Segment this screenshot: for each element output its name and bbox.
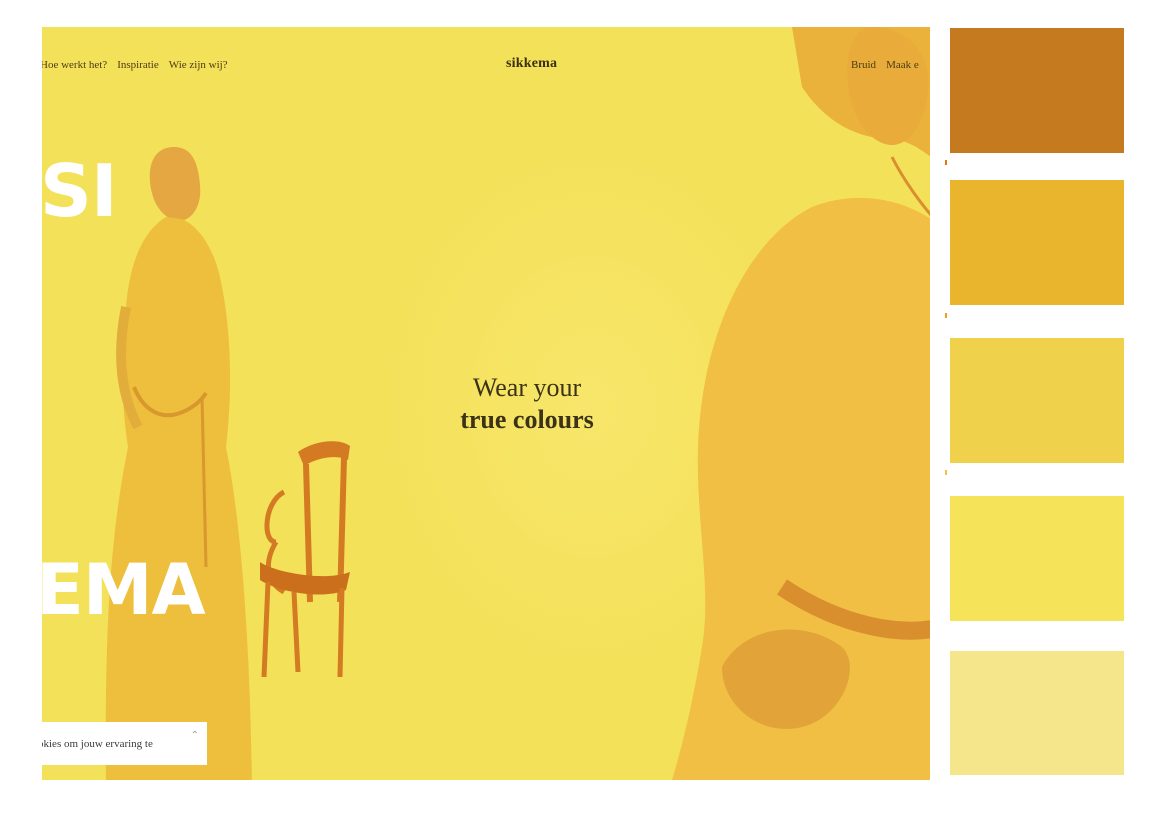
headline-line-1: Wear your [472,373,582,402]
color-swatch-4 [950,496,1124,621]
color-swatch-1 [950,28,1124,153]
right-model-figure [672,27,930,780]
swatch-marker [945,470,947,475]
site-logo[interactable]: sikkema [506,56,557,72]
hero-image: Hoe werkt het? Inspiratie Wie zijn wij? … [42,27,930,780]
chevron-up-icon[interactable]: ⌃ [191,730,199,741]
nav-link-about-us[interactable]: Wie zijn wij? [169,59,228,71]
swatch-marker [945,313,947,318]
display-text-top: SI [42,149,118,233]
left-model-figure [105,147,252,780]
hero-headline: Wear your true colours [422,372,632,436]
color-swatch-5 [950,651,1124,775]
nav-link-inspiration[interactable]: Inspiratie [117,59,159,71]
nav-left: Hoe werkt het? Inspiratie Wie zijn wij? [42,59,228,71]
swatch-marker [945,160,947,165]
chair-illustration [260,441,350,678]
color-swatch-2 [950,180,1124,305]
cookie-banner: okies om jouw ervaring te ⌃ [42,722,207,765]
nav-link-bride[interactable]: Bruid [851,59,876,71]
color-swatch-3 [950,338,1124,463]
headline-line-2: true colours [460,405,594,434]
display-text-bottom: EMA [42,549,206,631]
nav-link-how-it-works[interactable]: Hoe werkt het? [42,59,107,71]
cookie-text: okies om jouw ervaring te [42,737,153,750]
nav-right: Bruid Maak e [851,59,919,71]
nav-link-make[interactable]: Maak e [886,59,919,71]
